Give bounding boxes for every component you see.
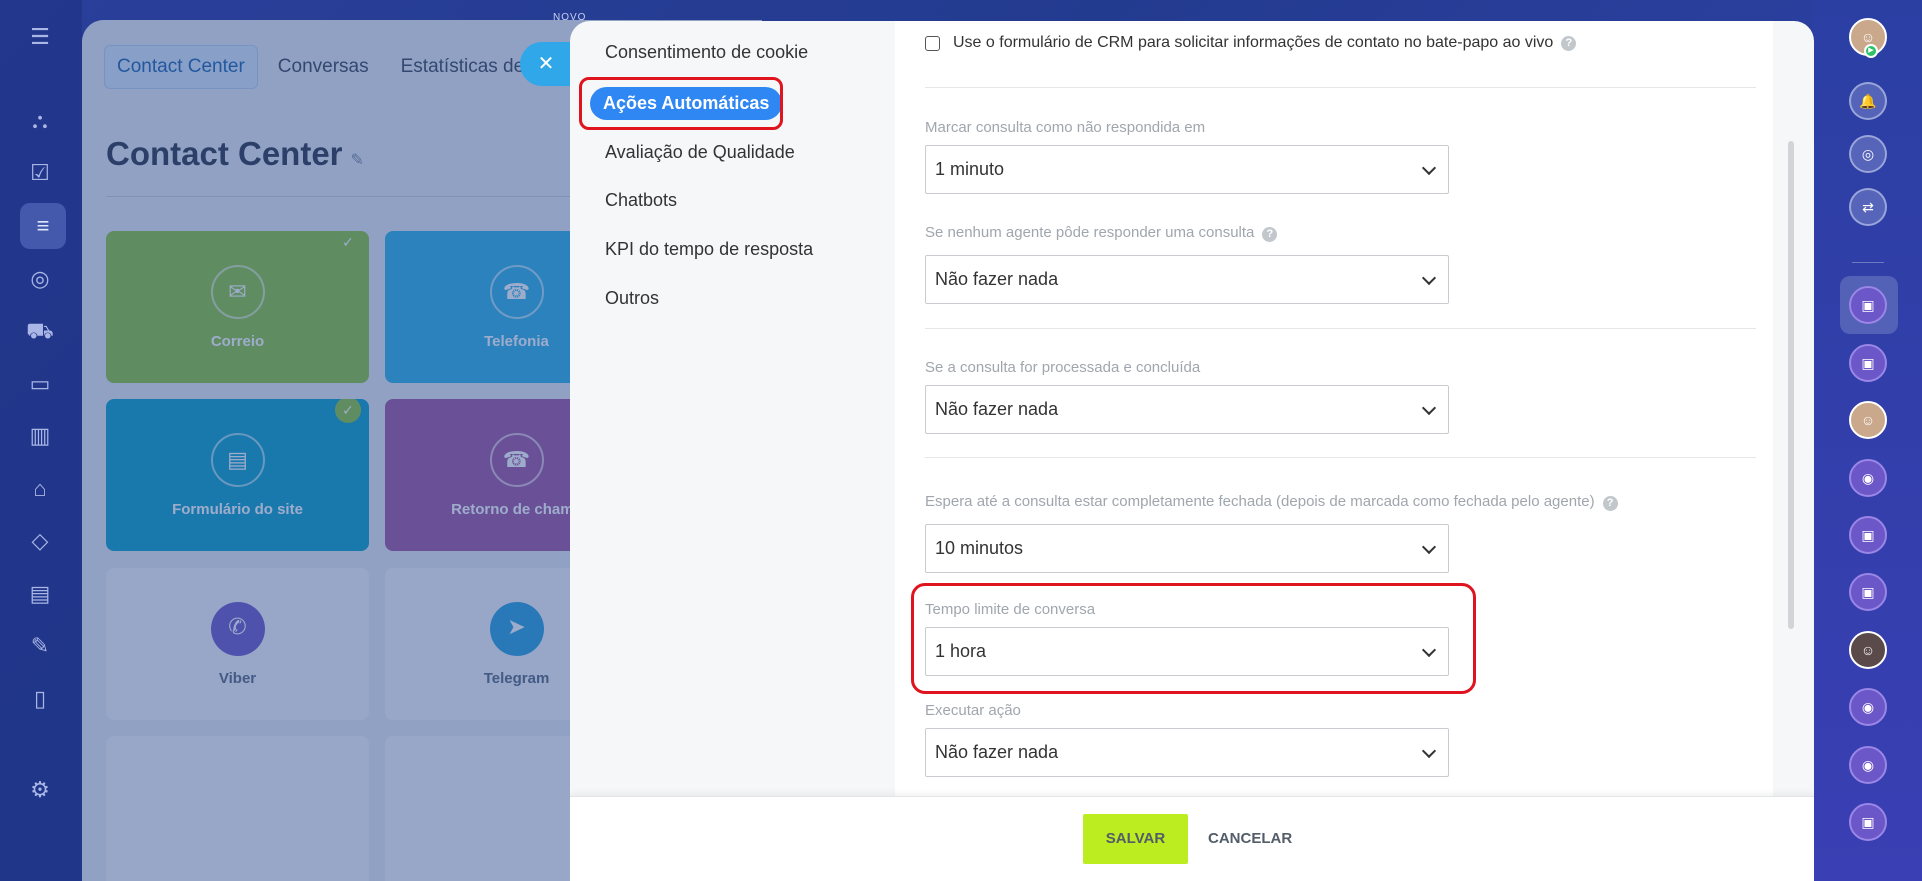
rail-divider: [1852, 262, 1884, 263]
select-value: Não fazer nada: [935, 742, 1059, 762]
robot-icon[interactable]: ⌂: [25, 474, 55, 504]
timeout-label: Tempo limite de conversa: [925, 601, 1096, 618]
divider: [925, 87, 1756, 88]
radar-icon[interactable]: ◎: [1849, 135, 1887, 173]
chat-sync-icon[interactable]: ⇄: [1849, 188, 1887, 226]
no-agent-label-text: Se nenhum agente pôde responder uma cons…: [925, 224, 1255, 241]
cart-icon[interactable]: ⛟: [25, 316, 55, 346]
chevron-down-icon: [1421, 400, 1437, 416]
processed-label: Se a consulta for processada e concluída: [925, 359, 1201, 376]
wait-close-select[interactable]: 10 minutos: [925, 524, 1449, 573]
sign-icon[interactable]: ✎: [25, 631, 55, 661]
bell-icon[interactable]: 🔔: [1849, 82, 1887, 120]
cancel-button[interactable]: CANCELAR: [1208, 814, 1292, 864]
nav-item-chatbots[interactable]: Chatbots: [605, 190, 677, 211]
crm-form-checkbox[interactable]: [925, 35, 940, 51]
select-value: Não fazer nada: [935, 399, 1059, 419]
chat-contact-icon[interactable]: ▣: [1849, 516, 1887, 554]
help-icon[interactable]: ?: [1561, 35, 1577, 51]
chevron-down-icon: [1421, 539, 1437, 555]
network-icon[interactable]: ⛬: [25, 106, 55, 136]
nav-item-quality-rating[interactable]: Avaliação de Qualidade: [605, 142, 795, 163]
crm-form-label: Use o formulário de CRM para solicitar i…: [953, 34, 1554, 51]
chat-contact-icon[interactable]: ▣: [1849, 573, 1887, 611]
analytics-icon[interactable]: ▥: [25, 421, 55, 451]
document-icon[interactable]: ▯: [25, 684, 55, 714]
close-slider-button[interactable]: ✕: [520, 42, 572, 86]
chat-contact-icon[interactable]: ▣: [1849, 286, 1887, 324]
chevron-down-icon: [1421, 743, 1437, 759]
divider: [925, 328, 1756, 329]
crm-form-option: Use o formulário de CRM para solicitar i…: [925, 34, 1577, 52]
left-rail: ☰ ⛬ ☑ ≡ ◎ ⛟ ▭ ▥ ⌂ ◇ ▤ ✎ ▯ ⚙: [0, 0, 82, 881]
online-status-icon: ▶: [1864, 44, 1878, 58]
divider: [925, 457, 1756, 458]
menu-icon[interactable]: ☰: [25, 22, 55, 52]
unanswered-label: Marcar consulta como não respondida em: [925, 119, 1206, 136]
settings-slider: Consentimento de cookie Ações Automática…: [570, 21, 1814, 881]
chat-avatar[interactable]: ☺: [1849, 631, 1887, 669]
settings-nav: Consentimento de cookie Ações Automática…: [570, 21, 895, 796]
wait-close-label-text: Espera até a consulta estar completament…: [925, 493, 1595, 510]
execute-action-select[interactable]: Não fazer nada: [925, 728, 1449, 777]
select-value: 10 minutos: [935, 538, 1024, 558]
unanswered-select[interactable]: 1 minuto: [925, 145, 1449, 194]
save-button[interactable]: SALVAR: [1083, 814, 1188, 864]
footer-bar: SALVAR CANCELAR: [570, 796, 1814, 881]
nav-highlight-annotation: [579, 77, 783, 130]
chat-contact-icon[interactable]: ▣: [1849, 803, 1887, 841]
scrollbar[interactable]: [1788, 141, 1794, 629]
right-rail: ☺ 🔔 ◎ ⇄ ▣ ▣ ☺ ◉ ▣ ▣ ☺ ◉ ◉ ▣: [1812, 0, 1922, 881]
help-icon[interactable]: ?: [1262, 227, 1278, 242]
settings-content: Use o formulário de CRM para solicitar i…: [895, 21, 1773, 796]
nav-item-cookie-consent[interactable]: Consentimento de cookie: [605, 42, 808, 63]
chevron-down-icon: [1421, 270, 1437, 286]
store-icon[interactable]: ▤: [25, 579, 55, 609]
select-value: 1 minuto: [935, 159, 1005, 179]
card-icon[interactable]: ▭: [25, 369, 55, 399]
nav-item-response-kpi[interactable]: KPI do tempo de resposta: [605, 239, 813, 260]
select-value: Não fazer nada: [935, 269, 1059, 289]
chat-avatar[interactable]: ☺: [1849, 401, 1887, 439]
chevron-down-icon: [1421, 160, 1437, 176]
chevron-down-icon: [1421, 642, 1437, 658]
processed-select[interactable]: Não fazer nada: [925, 385, 1449, 434]
help-icon[interactable]: ?: [1602, 496, 1618, 511]
tasks-icon[interactable]: ☑: [25, 158, 55, 188]
execute-action-label: Executar ação: [925, 702, 1021, 719]
chat-openline-icon[interactable]: ◉: [1849, 459, 1887, 497]
wait-close-label: Espera até a consulta estar completament…: [925, 493, 1618, 511]
timeout-select[interactable]: 1 hora: [925, 627, 1449, 676]
chat-openline-icon[interactable]: ◉: [1849, 688, 1887, 726]
no-agent-select[interactable]: Não fazer nada: [925, 255, 1449, 304]
select-value: 1 hora: [935, 641, 987, 661]
contact-center-icon[interactable]: ≡: [20, 203, 66, 249]
nav-item-others[interactable]: Outros: [605, 288, 659, 309]
chat-contact-icon[interactable]: ▣: [1849, 344, 1887, 382]
target-icon[interactable]: ◎: [25, 264, 55, 294]
chat-openline-icon[interactable]: ◉: [1849, 746, 1887, 784]
cube-icon[interactable]: ◇: [25, 526, 55, 556]
no-agent-label: Se nenhum agente pôde responder uma cons…: [925, 224, 1278, 242]
settings-icon[interactable]: ⚙: [25, 775, 55, 805]
